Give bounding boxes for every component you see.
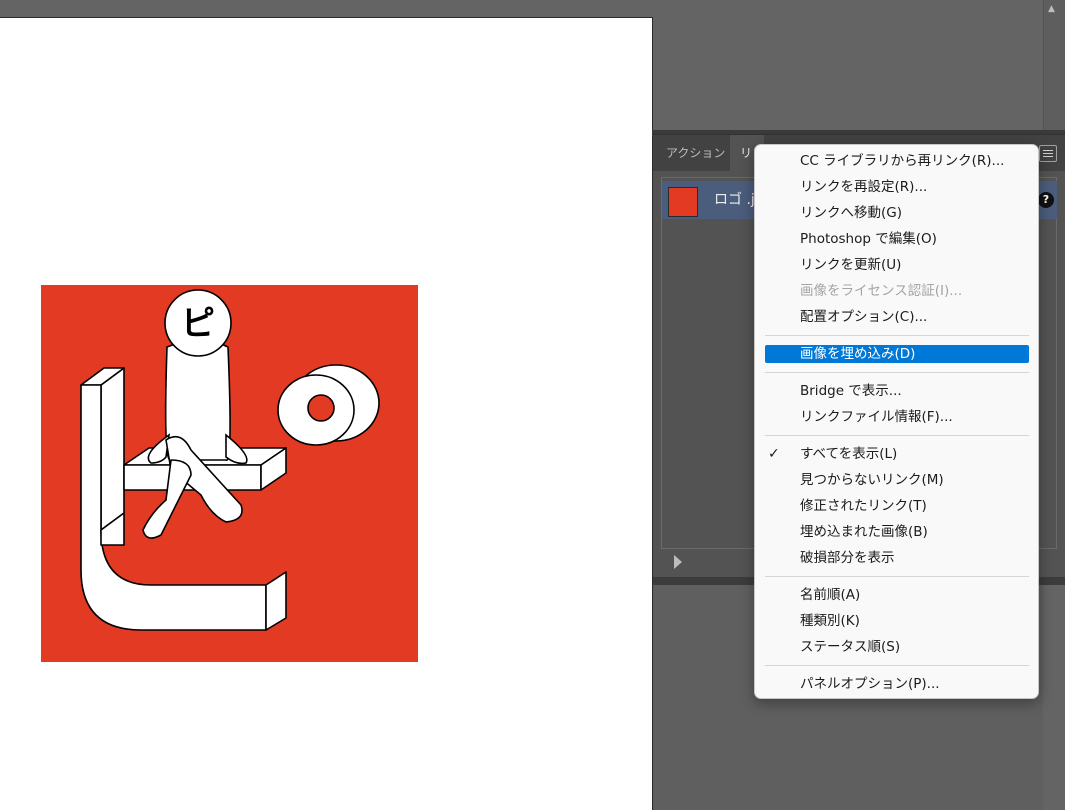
menu-item-sort-by-status[interactable]: ステータス順(S) (755, 634, 1038, 660)
tab-actions[interactable]: アクション (656, 135, 735, 171)
vertical-scrollbar[interactable] (1043, 0, 1065, 130)
panel-menu-button[interactable] (1039, 145, 1057, 162)
menu-separator (765, 372, 1029, 373)
artboard[interactable]: ピ (0, 17, 653, 810)
menu-item-embed-image[interactable]: 画像を埋め込み(D) (765, 345, 1029, 363)
menu-separator (765, 435, 1029, 436)
menu-item-license-image: 画像をライセンス認証(I)... (800, 283, 963, 299)
link-thumbnail (668, 187, 698, 217)
menu-separator (765, 665, 1029, 666)
logo-character-text: ピ (181, 304, 215, 344)
scroll-up-icon[interactable]: ▲ (1048, 4, 1055, 14)
menu-separator (765, 576, 1029, 577)
menu-item-update-link[interactable]: リンクを更新(U) (755, 252, 1038, 278)
menu-item-link-file-info[interactable]: リンクファイル情報(F)... (755, 404, 1038, 430)
hamburger-icon-line (1043, 156, 1053, 157)
links-panel-context-menu: CC ライブラリから再リンク(R)... リンクを再設定(R)... リンクへ移… (754, 144, 1039, 699)
menu-item-reveal-in-bridge[interactable]: Bridge で表示... (755, 378, 1038, 404)
menu-item-placement-options[interactable]: 配置オプション(C)... (755, 304, 1038, 330)
menu-item-panel-options[interactable]: パネルオプション(P)... (755, 671, 1038, 697)
expand-arrow-icon[interactable] (674, 555, 682, 569)
menu-item-show-embedded[interactable]: 埋め込まれた画像(B) (755, 519, 1038, 545)
hamburger-icon (1043, 150, 1053, 151)
menu-item-cc-relink[interactable]: CC ライブラリから再リンク(R)... (755, 148, 1038, 174)
menu-item-go-to-link[interactable]: リンクへ移動(G) (755, 200, 1038, 226)
placed-logo-image[interactable]: ピ (41, 285, 418, 662)
menu-item-sort-by-name[interactable]: 名前順(A) (755, 582, 1038, 608)
menu-separator (765, 335, 1029, 336)
missing-link-icon[interactable]: ? (1038, 192, 1054, 208)
menu-item-show-missing[interactable]: 見つからないリンク(M) (755, 467, 1038, 493)
menu-item-relink[interactable]: リンクを再設定(R)... (755, 174, 1038, 200)
checkmark-icon: ✓ (768, 446, 780, 462)
hamburger-icon-line (1043, 153, 1053, 154)
menu-item-show-all-label: すべてを表示(L) (800, 446, 898, 462)
menu-item-sort-by-kind[interactable]: 種類別(K) (755, 608, 1038, 634)
menu-item-show-broken[interactable]: 破損部分を表示 (755, 545, 1038, 571)
menu-item-show-modified[interactable]: 修正されたリンク(T) (755, 493, 1038, 519)
menu-item-edit-in-photoshop[interactable]: Photoshop で編集(O) (755, 226, 1038, 252)
menu-item-show-all[interactable]: ✓ すべてを表示(L) (755, 441, 1038, 467)
